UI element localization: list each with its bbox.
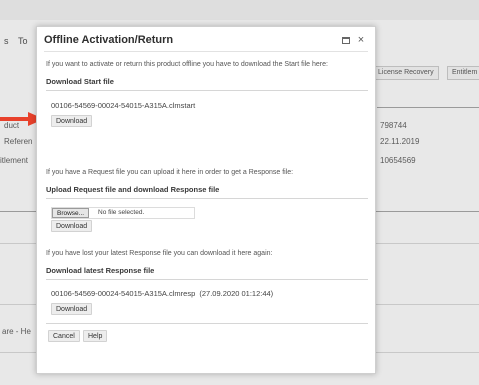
maximize-icon[interactable] [340, 35, 352, 47]
background-divider [0, 304, 36, 305]
background-value: 22.11.2019 [380, 137, 420, 146]
file-status: No file selected. [98, 209, 145, 216]
background-tab-entitlements: Entitlem [447, 66, 479, 80]
download-start-button[interactable]: Download [51, 115, 93, 127]
background-tab-license-recovery: License Recovery [373, 66, 439, 80]
download-latest-heading: Download latest Response file [46, 266, 155, 275]
background-divider [377, 107, 479, 108]
request-intro-text: If you have a Request file you can uploa… [46, 169, 294, 176]
download-latest-button[interactable]: Download [51, 303, 93, 315]
download-start-heading: Download Start file [46, 77, 114, 86]
help-button[interactable]: Help [83, 330, 108, 342]
section-divider [46, 198, 368, 199]
close-icon[interactable]: × [355, 35, 367, 47]
upload-request-heading: Upload Request file and download Respons… [46, 185, 220, 194]
intro-text: If you want to activate or return this p… [46, 61, 328, 68]
background-menu-fragment: s [4, 36, 9, 46]
section-divider [46, 90, 368, 91]
lost-response-text: If you have lost your latest Response fi… [46, 250, 273, 257]
background-divider [376, 304, 479, 305]
download-response-button[interactable]: Download [51, 220, 93, 232]
background-divider [376, 243, 479, 244]
browse-button[interactable]: Browse... [52, 208, 90, 218]
response-filename: 00106-54569-00024-54015-A315A.clmresp [51, 289, 196, 298]
background-label: are - He [2, 327, 31, 336]
background-label: Referen [4, 137, 33, 146]
dialog-title: Offline Activation/Return [44, 34, 174, 46]
background-divider [0, 211, 36, 212]
background-menu-fragment: To [18, 36, 28, 46]
footer-divider [46, 323, 368, 324]
background-label: itlement [0, 156, 29, 165]
background-divider [376, 211, 479, 212]
response-filename-row: 00106-54569-00024-54015-A315A.clmresp (2… [51, 289, 273, 298]
background-divider [376, 352, 479, 353]
background-divider [0, 352, 36, 353]
response-timestamp: (27.09.2020 01:12:44) [199, 289, 274, 298]
section-divider [46, 279, 368, 280]
background-divider [0, 243, 36, 244]
background-value: 798744 [380, 121, 407, 130]
title-divider [44, 51, 368, 52]
background-top-band [0, 0, 479, 20]
background-value: 10654569 [380, 156, 416, 165]
start-filename: 00106-54569-00024-54015-A315A.clmstart [51, 101, 196, 110]
request-file-input[interactable]: Browse... No file selected. [51, 207, 195, 219]
offline-activation-dialog: Offline Activation/Return × If you want … [36, 26, 376, 374]
cancel-button[interactable]: Cancel [48, 330, 80, 342]
